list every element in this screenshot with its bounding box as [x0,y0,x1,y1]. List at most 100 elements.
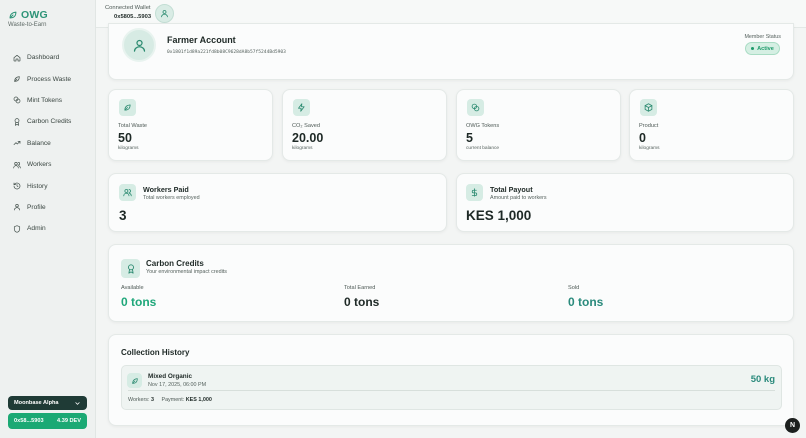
sidebar-item-profile[interactable]: Profile [6,197,90,218]
carbon-icon-box [121,259,140,278]
stat-unit: kilograms [292,146,313,151]
sidebar-item-history[interactable]: History [6,175,90,196]
award-icon [13,118,21,126]
stat-icon-box [466,184,483,201]
user-icon [132,38,147,53]
sidebar-item-label: Dashboard [27,54,60,62]
stat-label: Product [639,123,659,129]
sold-label: Sold [568,285,580,291]
profile-card: Farmer Account 0x1801f1d89a221fd8b08C962… [108,23,794,80]
collection-history-title: Collection History [121,348,190,357]
sidebar-item-workers[interactable]: Workers [6,154,90,175]
connected-wallet-address: 0x5805...5903 [114,14,152,20]
lightning-icon [297,103,306,112]
history-icon-box [127,373,142,388]
stat-value: 20.00 [292,131,324,145]
payment-amount: KES 1,000 [185,397,212,403]
stat-icon-box [640,99,657,116]
stat-label: Total Waste [118,123,148,129]
stat-label: OWG Tokens [466,123,500,129]
stat-value: 50 [118,131,132,145]
network-selector[interactable]: Moonbase Alpha [8,396,87,410]
workers-paid-title: Workers Paid [143,185,189,194]
wallet-avatar-button[interactable] [155,4,174,23]
connected-wallet-label: Connected Wallet [105,5,151,11]
account-title: Farmer Account [167,35,236,45]
wallet-balance: 4.39 DEV [57,418,81,424]
total-payout-card: Total Payout Amount paid to workers KES … [456,173,794,232]
workers-paid-card: Workers Paid Total workers employed 3 [108,173,447,232]
brand[interactable]: OWG [8,9,48,21]
users-icon [123,188,132,197]
history-item-details: Workers: 3 Payment: KES 1,000 [128,397,212,403]
stat-icon-box [119,184,136,201]
stat-unit: current balance [466,146,500,151]
stat-card-product: Product 0 kilograms [629,89,794,161]
stat-value: 0 [639,131,646,145]
status-dot-icon [751,47,755,50]
home-icon [13,54,21,62]
user-icon [13,203,21,211]
workers-paid-value: 3 [119,208,127,223]
leaf-icon [123,103,132,112]
floating-action-button[interactable]: N [785,418,800,433]
history-item-weight: 50 kg [750,374,775,385]
sidebar-item-process-waste[interactable]: Process Waste [6,68,90,89]
sidebar-item-mint-tokens[interactable]: Mint Tokens [6,90,90,111]
wallet-short-address: 0x58...5903 [14,418,44,424]
total-payout-value: KES 1,000 [466,208,532,223]
history-icon [13,182,21,190]
stat-card-owg-tokens: OWG Tokens 5 current balance [456,89,621,161]
sidebar-item-label: Admin [27,225,46,233]
sidebar-item-dashboard[interactable]: Dashboard [6,47,90,68]
stat-icon-box [467,99,484,116]
users-icon [13,161,21,169]
sidebar-item-carbon-credits[interactable]: Carbon Credits [6,111,90,132]
wallet-balance-button[interactable]: 0x58...5903 4.39 DEV [8,413,87,429]
stat-unit: kilograms [639,146,660,151]
total-payout-subtitle: Amount paid to workers [490,195,547,201]
available-label: Available [121,285,144,291]
sold-value: 0 tons [568,295,604,309]
profile-avatar [122,28,156,62]
account-address: 0x1801f1d89a221fd8b08C9628dA8b57f5244Bd5… [167,50,286,55]
total-earned-label: Total Earned [344,285,376,291]
sidebar-item-admin[interactable]: Admin [6,218,90,239]
sidebar-item-label: Profile [27,203,46,211]
sidebar-item-label: Balance [27,139,51,147]
coins-icon [13,96,21,104]
brand-title: OWG [21,9,48,21]
coins-icon [471,103,480,112]
history-item-date: Nov 17, 2025, 06:00 PM [148,382,207,388]
sidebar: OWG Waste-to-Earn Dashboard Process Wast… [0,0,96,438]
sidebar-nav: Dashboard Process Waste Mint Tokens Carb… [6,47,90,240]
stat-unit: kilograms [118,146,139,151]
status-badge: Active [745,42,780,55]
history-item-divider [128,390,775,391]
network-name: Moonbase Alpha [14,400,59,406]
sidebar-item-label: History [27,182,48,190]
box-icon [644,103,653,112]
carbon-credits-title: Carbon Credits [146,259,204,268]
leaf-logo-icon [8,10,18,20]
carbon-credits-card: Carbon Credits Your environmental impact… [108,244,794,322]
leaf-icon [13,75,21,83]
available-value: 0 tons [121,295,157,309]
sidebar-item-label: Process Waste [27,75,72,83]
stat-value: 5 [466,131,473,145]
sidebar-item-label: Carbon Credits [27,118,72,126]
carbon-credits-subtitle: Your environmental impact credits [146,269,227,275]
history-item-type: Mixed Organic [148,373,193,380]
leaf-icon [131,377,139,385]
collection-history-card: Collection History Mixed Organic Nov 17,… [108,334,794,426]
total-payout-title: Total Payout [490,185,533,194]
stat-card-co2-saved: CO₂ Saved 20.00 kilograms [282,89,447,161]
dollar-icon [470,188,479,197]
total-earned-value: 0 tons [344,295,380,309]
stat-icon-box [293,99,310,116]
sidebar-item-balance[interactable]: Balance [6,133,90,154]
sidebar-item-label: Mint Tokens [27,96,63,104]
history-item[interactable]: Mixed Organic Nov 17, 2025, 06:00 PM 50 … [121,365,782,410]
workers-label: Workers: [128,397,150,403]
workers-paid-subtitle: Total workers employed [143,195,200,201]
